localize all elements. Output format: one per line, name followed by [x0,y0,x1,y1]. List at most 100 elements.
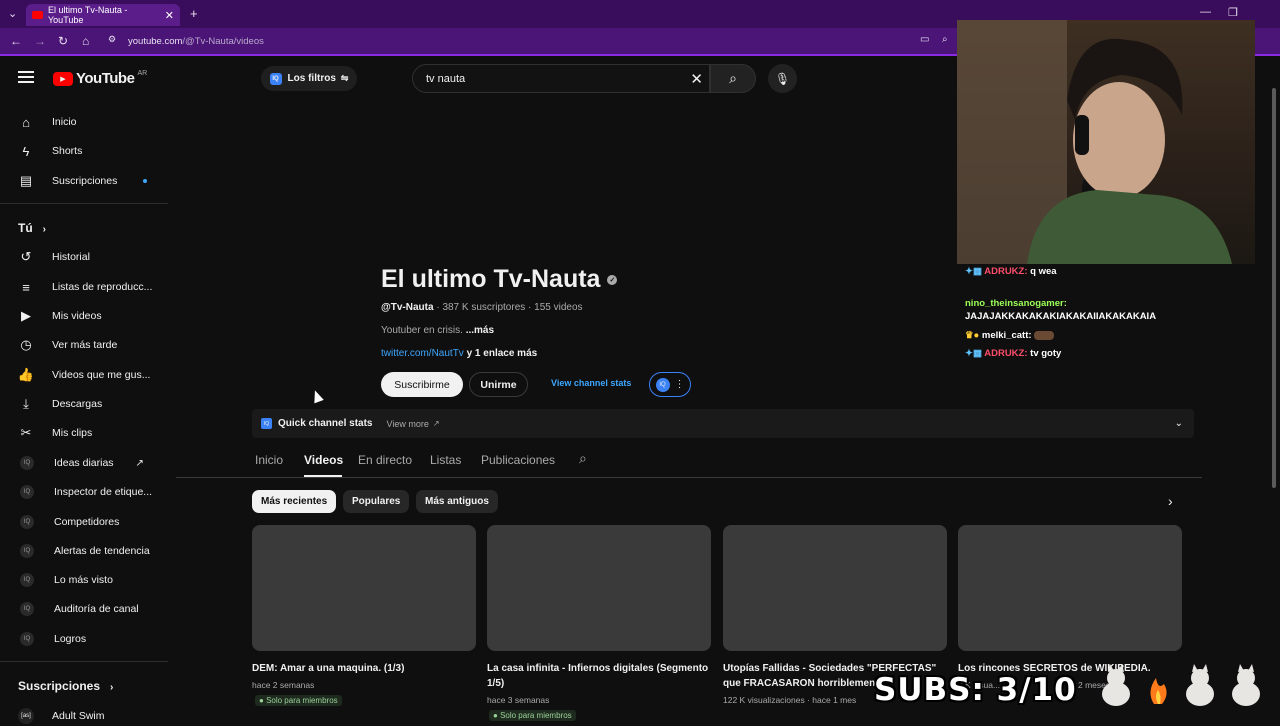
sidebar-item-inicio[interactable]: ⌂ Inicio [18,112,76,132]
chat-text: JAJAJAKKAKAKAKIAKAKAIIAKAKAKAIA [965,311,1157,322]
divider [0,203,168,204]
sidebar-item-liked[interactable]: 👍 Videos que me gus... [18,365,151,385]
chevron-right-icon[interactable]: › [1168,493,1173,509]
quick-stats-bar[interactable]: IQ Quick channel stats View more ↗ ⌄ [252,409,1194,438]
sidebar-item-clips[interactable]: ✂ Mis clips [18,423,93,443]
subs-goal-counter: SUBS: 3/10 [874,672,1077,708]
mouse-cursor-icon [310,388,324,404]
history-icon: ↺ [20,249,32,264]
video-title[interactable]: La casa infinita - Infiernos digitales (… [487,661,711,691]
channel-avatar: [as] [18,708,34,724]
channel-stats-link[interactable]: View channel stats [551,378,631,388]
sidebar-item-trend-alerts[interactable]: IQ Alertas de tendencia [18,541,150,561]
video-title[interactable]: DEM: Amar a una maquina. (1/3) [252,661,476,676]
forward-icon[interactable]: → [34,34,46,48]
video-thumbnail[interactable] [723,525,947,651]
chat-message: ♛● melki_catt: [965,329,1255,342]
back-icon[interactable]: ← [10,34,22,48]
vidiq-extension-icon: IQ [20,515,34,529]
chip-label: Populares [352,496,401,507]
subs-header-label: Suscripciones [18,679,101,693]
sidebar-subscription-item[interactable]: [as] Adult Swim [18,706,105,726]
chip-popular[interactable]: Populares [343,490,410,513]
chip-label: Más recientes [261,496,328,507]
download-icon: ⤓ [23,396,29,411]
sidebar-item-most-viewed[interactable]: IQ Lo más visto [18,570,113,590]
channel-handle: @Tv-Nauta [381,302,434,313]
channel-description[interactable]: Youtuber en crisis. ...más [381,325,494,336]
sidebar-item-historial[interactable]: ↺ Historial [18,247,90,267]
you-header-label: Tú [18,221,33,235]
sidebar-item-achievements[interactable]: IQ Logros [18,629,86,649]
tab-en-directo[interactable]: En directo [358,453,412,467]
video-thumbnail[interactable] [487,525,711,651]
sidebar-item-playlists[interactable]: ≡ Listas de reproducc... [18,277,152,297]
join-button[interactable]: Unirme [469,372,528,397]
video-thumbnail[interactable] [958,525,1182,651]
video-count: 155 videos [534,302,583,313]
twitter-link[interactable]: twitter.com/NautTv [381,348,464,359]
search-button[interactable]: ⌕ [710,64,756,93]
you-section-header[interactable]: Tú › [18,221,46,235]
tab-listas[interactable]: Listas [430,453,461,467]
chevron-down-icon[interactable]: ⌄ [1175,418,1183,429]
chip-label: Más antiguos [425,496,489,507]
channel-search-icon[interactable]: ⌕ [579,450,587,467]
reload-icon[interactable]: ↻ [58,34,68,48]
zoom-icon[interactable]: ⌕ [942,34,948,45]
quick-stats-label: Quick channel stats [278,418,373,429]
chat-text: q wea [1030,266,1057,277]
subscribe-label: Suscribirme [394,378,450,391]
sidebar-item-competitors[interactable]: IQ Competidores [18,512,119,532]
sidebar-item-my-videos[interactable]: ▶ Mis videos [18,306,102,326]
tab-list-icon[interactable]: ⌄ [8,7,17,20]
sidebar-item-suscripciones[interactable]: ▤ Suscripciones [18,171,148,191]
minimize-icon[interactable]: — [1200,6,1211,18]
browser-tab[interactable]: El ultimo Tv-Nauta - YouTube ✕ [26,4,180,26]
subscribe-button[interactable]: Suscribirme [381,372,463,397]
tab-publicaciones[interactable]: Publicaciones [481,453,555,467]
url-field[interactable]: youtube.com/@Tv-Nauta/videos [128,36,264,47]
filters-button[interactable]: IQ Los filtros ⇋ [261,66,357,91]
sidebar-item-label: Mis videos [52,310,102,322]
sidebar-item-watch-later[interactable]: ◷ Ver más tarde [18,335,117,355]
url-path: /@Tv-Nauta/videos [182,36,264,47]
sidebar-item-channel-audit[interactable]: IQ Auditoría de canal [18,599,139,619]
tab-videos[interactable]: Videos [304,453,343,467]
subscriptions-section-header[interactable]: Suscripciones › [18,679,113,693]
join-label: Unirme [480,378,517,391]
cast-icon[interactable]: ▭ [920,34,929,45]
divider [0,661,168,662]
search-input[interactable]: tv nauta ✕ [412,64,710,93]
sidebar-item-label: Lo más visto [54,574,113,586]
sidebar-item-ideas[interactable]: IQ Ideas diarias ↗ [18,453,144,473]
video-thumbnail[interactable] [252,525,476,651]
chip-recent[interactable]: Más recientes [252,490,337,513]
chip-oldest[interactable]: Más antiguos [416,490,498,513]
sidebar-item-tag-inspector[interactable]: IQ Inspector de etique... [18,482,152,502]
view-more-link[interactable]: View more [386,419,428,429]
shorts-icon: ϟ [22,143,30,159]
more-link[interactable]: ...más [466,325,494,336]
scissors-icon: ✂ [20,425,32,440]
maximize-icon[interactable]: ❐ [1228,6,1238,19]
vidiq-menu-button[interactable]: IQ ⋮ [649,372,691,397]
sidebar-item-label: Descargas [52,398,103,410]
site-info-icon[interactable]: ⚙ [108,34,116,45]
vidiq-icon: IQ [655,377,670,392]
channel-meta: @Tv-Nauta · 387 K suscriptores · 155 vid… [381,302,583,313]
sidebar-item-label: Videos que me gus... [52,369,151,381]
sidebar-item-shorts[interactable]: ϟ Shorts [18,141,83,161]
tab-inicio[interactable]: Inicio [255,453,283,467]
home-icon[interactable]: ⌂ [82,34,89,48]
clear-search-icon[interactable]: ✕ [690,70,703,88]
more-links[interactable]: y 1 enlace más [467,348,538,359]
my-videos-icon: ▶ [21,308,31,323]
close-tab-icon[interactable]: ✕ [165,9,174,22]
sidebar-item-label: Competidores [54,516,120,528]
sidebar-item-downloads[interactable]: ⤓ Descargas [18,394,102,414]
voice-search-button[interactable]: 🎙 [768,64,797,93]
new-tab-icon[interactable]: + [190,6,198,21]
vidiq-extension-icon: IQ [20,602,34,616]
scrollbar-thumb[interactable] [1272,88,1276,488]
